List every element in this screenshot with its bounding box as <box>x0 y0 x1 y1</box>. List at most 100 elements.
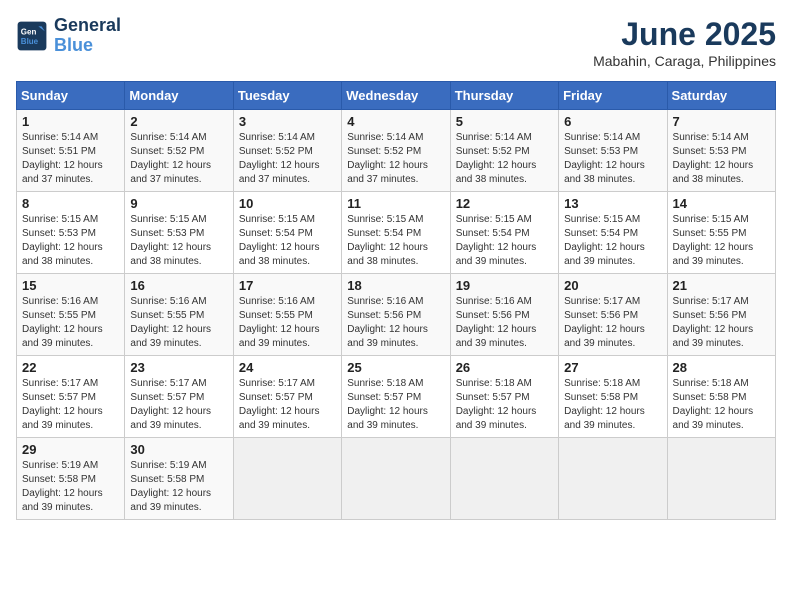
day-info: Sunrise: 5:15 AM Sunset: 5:54 PM Dayligh… <box>456 213 553 269</box>
calendar-cell: 25 Sunrise: 5:18 AM Sunset: 5:57 PM Dayl… <box>342 356 450 438</box>
svg-text:Gen: Gen <box>21 27 37 36</box>
day-info: Sunrise: 5:19 AM Sunset: 5:58 PM Dayligh… <box>22 459 119 515</box>
calendar-cell: 10 Sunrise: 5:15 AM Sunset: 5:54 PM Dayl… <box>233 192 341 274</box>
calendar-cell <box>559 438 667 520</box>
calendar-cell: 19 Sunrise: 5:16 AM Sunset: 5:56 PM Dayl… <box>450 274 558 356</box>
day-number: 16 <box>130 278 227 293</box>
calendar-cell: 17 Sunrise: 5:16 AM Sunset: 5:55 PM Dayl… <box>233 274 341 356</box>
calendar-cell <box>233 438 341 520</box>
day-number: 18 <box>347 278 444 293</box>
calendar-cell: 16 Sunrise: 5:16 AM Sunset: 5:55 PM Dayl… <box>125 274 233 356</box>
calendar-cell: 7 Sunrise: 5:14 AM Sunset: 5:53 PM Dayli… <box>667 110 775 192</box>
day-number: 27 <box>564 360 661 375</box>
day-info: Sunrise: 5:15 AM Sunset: 5:53 PM Dayligh… <box>22 213 119 269</box>
day-info: Sunrise: 5:15 AM Sunset: 5:55 PM Dayligh… <box>673 213 770 269</box>
day-number: 26 <box>456 360 553 375</box>
weekday-header-row: SundayMondayTuesdayWednesdayThursdayFrid… <box>17 82 776 110</box>
day-info: Sunrise: 5:17 AM Sunset: 5:57 PM Dayligh… <box>239 377 336 433</box>
day-number: 22 <box>22 360 119 375</box>
day-info: Sunrise: 5:18 AM Sunset: 5:57 PM Dayligh… <box>347 377 444 433</box>
day-info: Sunrise: 5:16 AM Sunset: 5:55 PM Dayligh… <box>130 295 227 351</box>
day-number: 14 <box>673 196 770 211</box>
day-number: 5 <box>456 114 553 129</box>
day-info: Sunrise: 5:14 AM Sunset: 5:52 PM Dayligh… <box>456 131 553 187</box>
day-number: 17 <box>239 278 336 293</box>
day-info: Sunrise: 5:16 AM Sunset: 5:55 PM Dayligh… <box>239 295 336 351</box>
day-info: Sunrise: 5:16 AM Sunset: 5:56 PM Dayligh… <box>456 295 553 351</box>
day-info: Sunrise: 5:15 AM Sunset: 5:54 PM Dayligh… <box>564 213 661 269</box>
day-number: 1 <box>22 114 119 129</box>
calendar-cell: 2 Sunrise: 5:14 AM Sunset: 5:52 PM Dayli… <box>125 110 233 192</box>
weekday-header: Friday <box>559 82 667 110</box>
calendar-cell: 26 Sunrise: 5:18 AM Sunset: 5:57 PM Dayl… <box>450 356 558 438</box>
logo-line1: General <box>54 16 121 36</box>
weekday-header: Sunday <box>17 82 125 110</box>
day-number: 11 <box>347 196 444 211</box>
calendar-cell: 11 Sunrise: 5:15 AM Sunset: 5:54 PM Dayl… <box>342 192 450 274</box>
logo-text: General Blue <box>54 16 121 56</box>
day-number: 29 <box>22 442 119 457</box>
logo-icon: Gen Blue <box>16 20 48 52</box>
calendar-cell <box>342 438 450 520</box>
day-number: 4 <box>347 114 444 129</box>
day-number: 3 <box>239 114 336 129</box>
day-info: Sunrise: 5:14 AM Sunset: 5:52 PM Dayligh… <box>130 131 227 187</box>
day-info: Sunrise: 5:14 AM Sunset: 5:53 PM Dayligh… <box>673 131 770 187</box>
calendar-cell: 8 Sunrise: 5:15 AM Sunset: 5:53 PM Dayli… <box>17 192 125 274</box>
day-info: Sunrise: 5:17 AM Sunset: 5:57 PM Dayligh… <box>130 377 227 433</box>
day-info: Sunrise: 5:17 AM Sunset: 5:57 PM Dayligh… <box>22 377 119 433</box>
day-number: 13 <box>564 196 661 211</box>
calendar-cell: 20 Sunrise: 5:17 AM Sunset: 5:56 PM Dayl… <box>559 274 667 356</box>
calendar-cell: 5 Sunrise: 5:14 AM Sunset: 5:52 PM Dayli… <box>450 110 558 192</box>
day-number: 23 <box>130 360 227 375</box>
calendar-cell: 21 Sunrise: 5:17 AM Sunset: 5:56 PM Dayl… <box>667 274 775 356</box>
calendar-cell: 14 Sunrise: 5:15 AM Sunset: 5:55 PM Dayl… <box>667 192 775 274</box>
weekday-header: Thursday <box>450 82 558 110</box>
page-header: Gen Blue General Blue June 2025 Mabahin,… <box>16 16 776 69</box>
weekday-header: Wednesday <box>342 82 450 110</box>
calendar-cell: 28 Sunrise: 5:18 AM Sunset: 5:58 PM Dayl… <box>667 356 775 438</box>
day-info: Sunrise: 5:15 AM Sunset: 5:54 PM Dayligh… <box>239 213 336 269</box>
calendar-week-row: 15 Sunrise: 5:16 AM Sunset: 5:55 PM Dayl… <box>17 274 776 356</box>
day-number: 19 <box>456 278 553 293</box>
weekday-header: Saturday <box>667 82 775 110</box>
day-number: 20 <box>564 278 661 293</box>
calendar-cell: 12 Sunrise: 5:15 AM Sunset: 5:54 PM Dayl… <box>450 192 558 274</box>
calendar-week-row: 8 Sunrise: 5:15 AM Sunset: 5:53 PM Dayli… <box>17 192 776 274</box>
day-number: 28 <box>673 360 770 375</box>
day-info: Sunrise: 5:14 AM Sunset: 5:52 PM Dayligh… <box>347 131 444 187</box>
weekday-header: Monday <box>125 82 233 110</box>
day-info: Sunrise: 5:16 AM Sunset: 5:55 PM Dayligh… <box>22 295 119 351</box>
day-number: 12 <box>456 196 553 211</box>
calendar-cell: 29 Sunrise: 5:19 AM Sunset: 5:58 PM Dayl… <box>17 438 125 520</box>
calendar-cell <box>667 438 775 520</box>
svg-text:Blue: Blue <box>21 37 39 46</box>
day-number: 2 <box>130 114 227 129</box>
day-info: Sunrise: 5:14 AM Sunset: 5:51 PM Dayligh… <box>22 131 119 187</box>
day-info: Sunrise: 5:18 AM Sunset: 5:58 PM Dayligh… <box>564 377 661 433</box>
day-info: Sunrise: 5:17 AM Sunset: 5:56 PM Dayligh… <box>673 295 770 351</box>
month-title: June 2025 <box>593 16 776 53</box>
day-number: 8 <box>22 196 119 211</box>
calendar-cell: 27 Sunrise: 5:18 AM Sunset: 5:58 PM Dayl… <box>559 356 667 438</box>
logo-line2: Blue <box>54 36 121 56</box>
calendar-cell: 24 Sunrise: 5:17 AM Sunset: 5:57 PM Dayl… <box>233 356 341 438</box>
calendar-cell: 9 Sunrise: 5:15 AM Sunset: 5:53 PM Dayli… <box>125 192 233 274</box>
day-info: Sunrise: 5:15 AM Sunset: 5:54 PM Dayligh… <box>347 213 444 269</box>
calendar-table: SundayMondayTuesdayWednesdayThursdayFrid… <box>16 81 776 520</box>
calendar-week-row: 1 Sunrise: 5:14 AM Sunset: 5:51 PM Dayli… <box>17 110 776 192</box>
day-info: Sunrise: 5:18 AM Sunset: 5:57 PM Dayligh… <box>456 377 553 433</box>
day-info: Sunrise: 5:18 AM Sunset: 5:58 PM Dayligh… <box>673 377 770 433</box>
calendar-cell <box>450 438 558 520</box>
calendar-cell: 23 Sunrise: 5:17 AM Sunset: 5:57 PM Dayl… <box>125 356 233 438</box>
day-number: 9 <box>130 196 227 211</box>
day-number: 24 <box>239 360 336 375</box>
calendar-cell: 30 Sunrise: 5:19 AM Sunset: 5:58 PM Dayl… <box>125 438 233 520</box>
weekday-header: Tuesday <box>233 82 341 110</box>
day-info: Sunrise: 5:14 AM Sunset: 5:53 PM Dayligh… <box>564 131 661 187</box>
day-info: Sunrise: 5:14 AM Sunset: 5:52 PM Dayligh… <box>239 131 336 187</box>
calendar-week-row: 29 Sunrise: 5:19 AM Sunset: 5:58 PM Dayl… <box>17 438 776 520</box>
day-number: 15 <box>22 278 119 293</box>
calendar-cell: 18 Sunrise: 5:16 AM Sunset: 5:56 PM Dayl… <box>342 274 450 356</box>
calendar-cell: 13 Sunrise: 5:15 AM Sunset: 5:54 PM Dayl… <box>559 192 667 274</box>
